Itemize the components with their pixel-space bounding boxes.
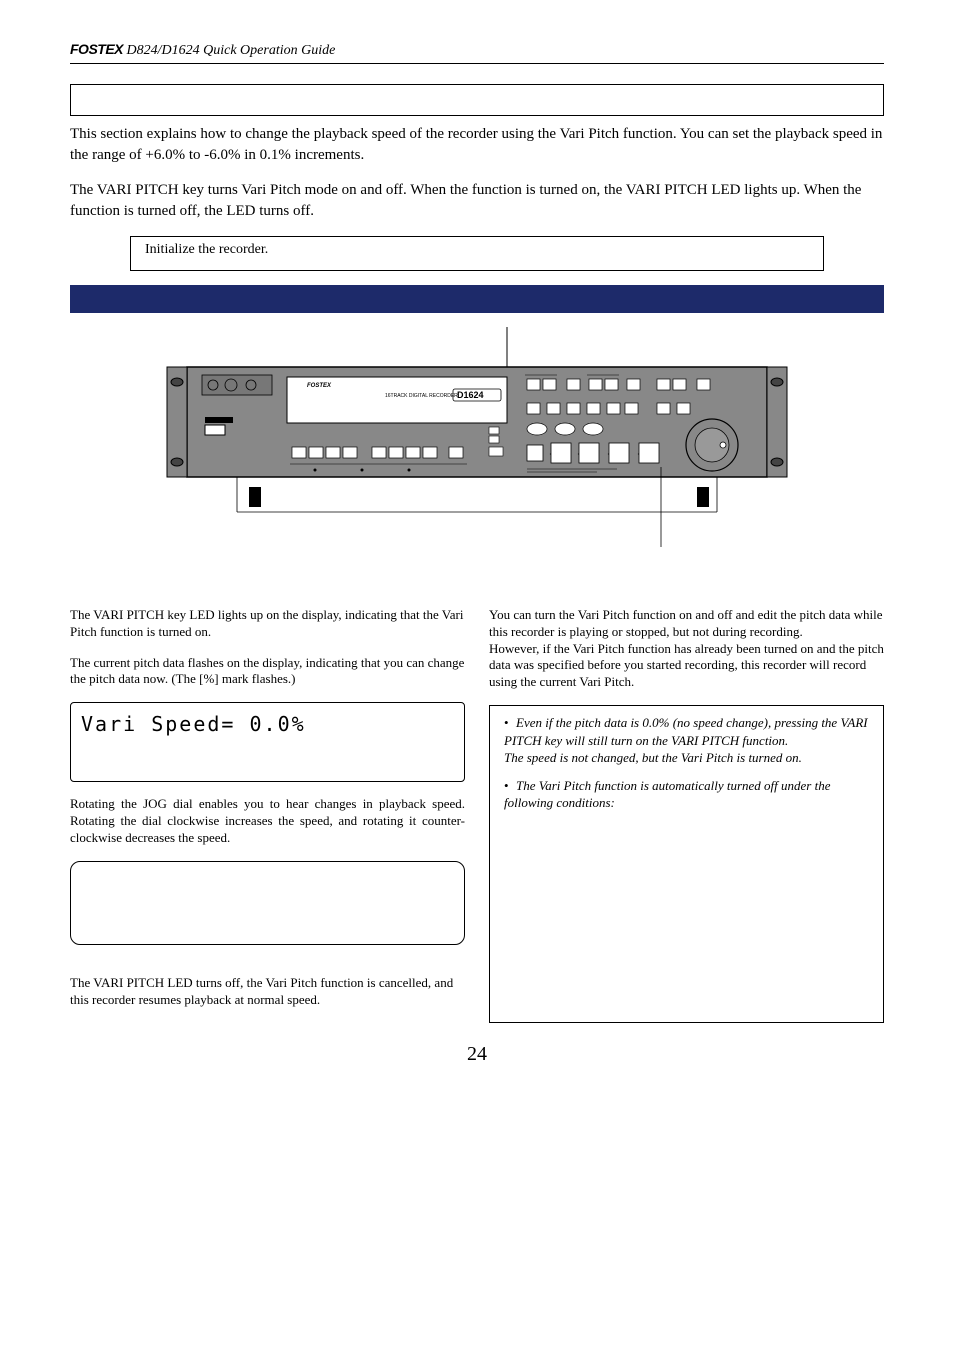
page-number: 24 xyxy=(70,1041,884,1068)
rounded-empty-box xyxy=(70,861,465,945)
note-item-2: •The Vari Pitch function is automaticall… xyxy=(504,777,873,812)
recorder-device-svg: FOSTEX 16TRACK DIGITAL RECORDER D1624 xyxy=(157,327,797,547)
initialize-text: Initialize the recorder. xyxy=(145,242,268,257)
svg-text:·: · xyxy=(549,450,552,459)
left-column: The VARI PITCH key LED lights up on the … xyxy=(70,607,465,1023)
content-columns: The VARI PITCH key LED lights up on the … xyxy=(70,607,884,1023)
lcd-text: Vari Speed= 0.0% xyxy=(81,712,306,736)
right-column: You can turn the Vari Pitch function on … xyxy=(489,607,884,1023)
note-item-1: •Even if the pitch data is 0.0% (no spee… xyxy=(504,714,873,767)
page-header: FOSTEX D824/D1624 Quick Operation Guide xyxy=(70,40,884,64)
intro-para-2: The VARI PITCH key turns Vari Pitch mode… xyxy=(70,180,884,222)
intro-para-1: This section explains how to change the … xyxy=(70,124,884,166)
svg-text:16TRACK DIGITAL RECORDER: 16TRACK DIGITAL RECORDER xyxy=(385,393,458,399)
svg-text:FOSTEX: FOSTEX xyxy=(307,383,332,389)
initialize-box: Initialize the recorder. xyxy=(130,236,824,271)
blue-divider-bar xyxy=(70,285,884,313)
section-title-box xyxy=(70,84,884,116)
right-intro: You can turn the Vari Pitch function on … xyxy=(489,607,884,691)
device-illustration: FOSTEX 16TRACK DIGITAL RECORDER D1624 xyxy=(70,327,884,547)
svg-text:·: · xyxy=(577,450,580,459)
left-para-4: The VARI PITCH LED turns off, the Vari P… xyxy=(70,975,465,1009)
brand-logo: FOSTEX xyxy=(70,41,123,57)
svg-text:·: · xyxy=(637,450,640,459)
left-para-3: Rotating the JOG dial enables you to hea… xyxy=(70,796,465,847)
lcd-display-box: Vari Speed= 0.0% xyxy=(70,702,465,782)
left-para-1: The VARI PITCH key LED lights up on the … xyxy=(70,607,465,641)
svg-text:D1624: D1624 xyxy=(457,390,484,400)
notes-box: •Even if the pitch data is 0.0% (no spee… xyxy=(489,705,884,1023)
svg-text:·: · xyxy=(607,450,610,459)
doc-title: D824/D1624 Quick Operation Guide xyxy=(127,43,336,58)
left-para-2: The current pitch data flashes on the di… xyxy=(70,655,465,689)
